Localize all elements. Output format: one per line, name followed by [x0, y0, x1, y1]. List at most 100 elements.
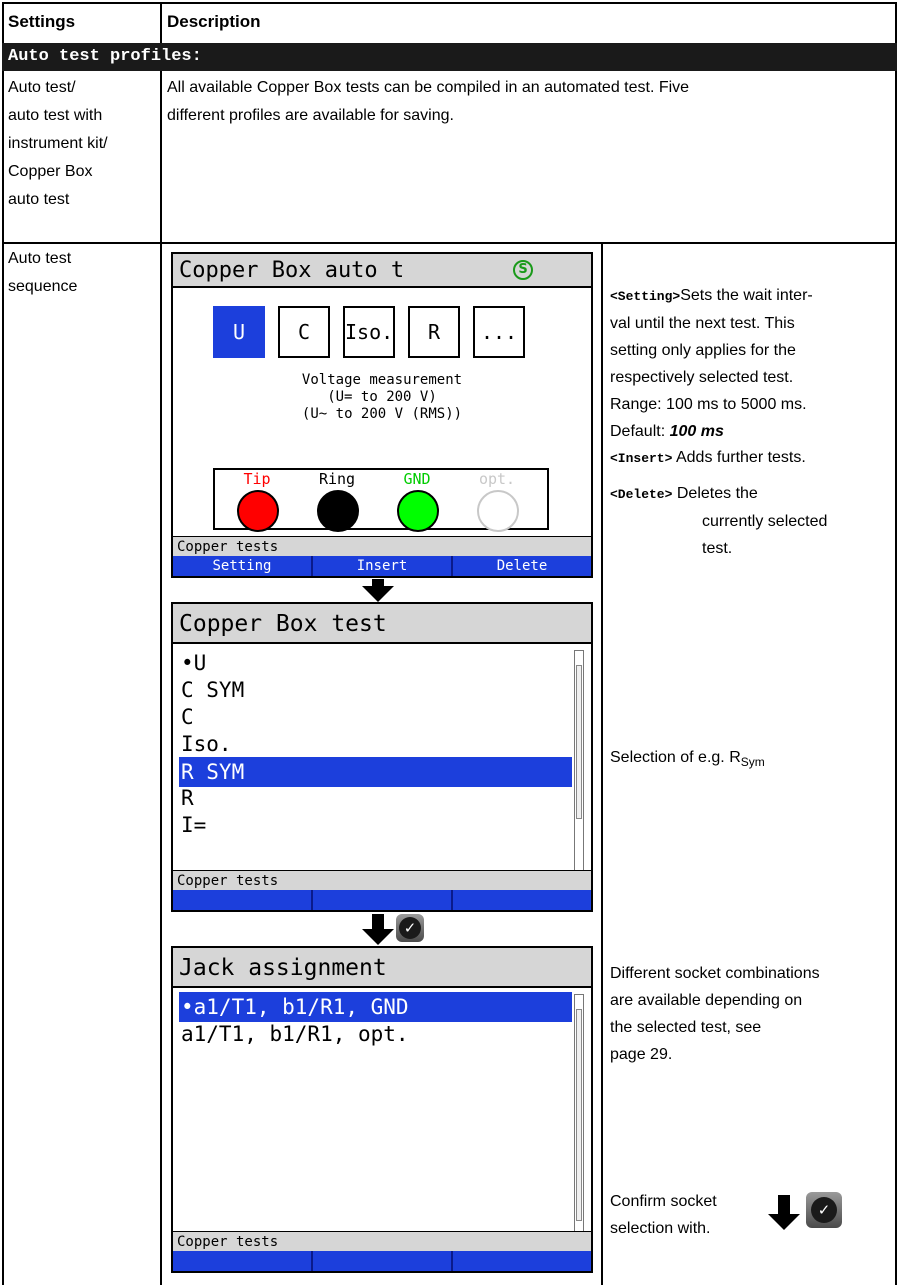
list-item-selected[interactable]: R SYM [179, 757, 572, 787]
header-description: Description [167, 12, 261, 31]
down-arrow-icon [768, 1214, 800, 1230]
setting-key: <Setting> [610, 289, 681, 304]
check-icon: ✓ [806, 1192, 842, 1228]
screen-copper-box-test: Copper Box test •U C SYM C Iso. R SYM R … [171, 602, 593, 912]
setting-line: Range: 100 ms to 5000 ms. [610, 396, 807, 413]
softkey-bar [173, 1251, 591, 1271]
selection-sub: Sym [740, 755, 765, 770]
wire-ring-circle [317, 490, 359, 532]
delete-text: Deletes the [676, 485, 758, 502]
softkey-right[interactable] [453, 890, 591, 910]
row1-setting-line: auto test with [8, 107, 103, 124]
row1-setting-line: instrument kit/ [8, 135, 108, 152]
scrollbar[interactable] [574, 994, 584, 1234]
default-value: 100 ms [669, 423, 724, 440]
softkey-middle[interactable] [313, 890, 453, 910]
softkey-insert[interactable]: Insert [313, 556, 453, 576]
list-item[interactable]: C SYM [179, 675, 244, 705]
delete-key: <Delete> [610, 487, 673, 502]
row1-setting: Auto test/ auto test with instrument kit… [8, 74, 158, 214]
setting-line: setting only applies for the [610, 342, 796, 359]
screen-title-text: Copper Box auto t [179, 258, 405, 283]
table-border-right [895, 2, 897, 1285]
screen-jack-assignment: Jack assignment •a1/T1, b1/R1, GND a1/T1… [171, 946, 593, 1273]
test-description-line: (U= to 200 V) [327, 389, 437, 405]
selection-text: Selection of e.g. R [610, 749, 741, 766]
wire-panel: Tip Ring GND opt. [213, 468, 549, 532]
table-border-left [2, 2, 4, 1285]
test-box-u[interactable]: U [213, 306, 265, 358]
row2-setting-line: sequence [8, 278, 78, 295]
softkey-middle[interactable] [313, 1251, 453, 1271]
socket-line: the selected test, see [610, 1019, 762, 1036]
down-arrow-icon [372, 914, 384, 930]
list-item[interactable]: Iso. [179, 729, 232, 759]
test-box-iso[interactable]: Iso. [343, 306, 395, 358]
softkey-bar: Setting Insert Delete [173, 556, 591, 576]
test-description-line: Voltage measurement [301, 372, 463, 388]
row1-description: All available Copper Box tests can be co… [167, 74, 892, 130]
softkey-right[interactable] [453, 1251, 591, 1271]
wire-opt-circle [477, 490, 519, 532]
wire-gnd-label: GND [403, 470, 431, 488]
softkey-bar [173, 890, 591, 910]
down-arrow-icon [362, 586, 394, 602]
list-item[interactable]: R [179, 783, 194, 813]
status-bar: Copper tests [173, 536, 591, 556]
row2-setting-line: Auto test [8, 250, 72, 267]
wire-tip-label: Tip [243, 470, 271, 488]
col-divider [160, 2, 162, 43]
check-icon: ✓ [396, 914, 424, 942]
list-item[interactable]: C [179, 702, 194, 732]
confirm-description: Confirm socket selection with. [610, 1188, 895, 1242]
list-item-selected[interactable]: •a1/T1, b1/R1, GND [179, 992, 572, 1022]
row1-description-line: different profiles are available for sav… [167, 107, 454, 124]
test-box-c[interactable]: C [278, 306, 330, 358]
down-arrow-icon [362, 929, 394, 945]
row2-setting: Auto test sequence [8, 245, 158, 301]
screen-auto-test: Copper Box auto t S U C Iso. R ... Volta… [171, 252, 593, 578]
scrollbar[interactable] [574, 650, 584, 874]
wire-gnd-circle [397, 490, 439, 532]
softkey-left[interactable] [173, 1251, 313, 1271]
screen-title: Jack assignment [173, 948, 591, 988]
wire-ring-label: Ring [318, 470, 356, 488]
delete-line: currently selected [702, 513, 828, 530]
socket-description: Different socket combinations are availa… [610, 960, 895, 1068]
default-label: Default: [610, 423, 670, 440]
confirm-line: Confirm socket [610, 1193, 717, 1210]
wire-tip-circle [237, 490, 279, 532]
header-settings: Settings [8, 12, 76, 31]
col-divider-inner [601, 242, 603, 1285]
list-item[interactable]: •U [179, 648, 206, 678]
row-divider [2, 242, 897, 244]
confirm-line: selection with. [610, 1220, 711, 1237]
setting-line-1: <Setting>Sets the wait inter- [610, 282, 895, 310]
selection-description: Selection of e.g. RSym [610, 744, 895, 776]
delete-description: <Delete> Deletes the currently selected … [610, 480, 895, 562]
test-description: Voltage measurement (U= to 200 V) (U~ to… [173, 372, 591, 423]
row1-description-line: All available Copper Box tests can be co… [167, 79, 690, 96]
insert-text: Adds further tests. [675, 449, 806, 466]
status-bar: Copper tests [173, 1231, 591, 1251]
scrollbar-thumb[interactable] [576, 665, 582, 819]
test-box-more[interactable]: ... [473, 306, 525, 358]
s-badge-icon: S [513, 260, 533, 280]
softkey-delete[interactable]: Delete [453, 556, 591, 576]
row1-setting-line: Auto test/ [8, 79, 76, 96]
setting-description: <Setting>Sets the wait inter- val until … [610, 282, 895, 445]
scrollbar-thumb[interactable] [576, 1009, 582, 1221]
socket-line: Different socket combinations [610, 965, 820, 982]
setting-line: val until the next test. This [610, 315, 795, 332]
list-item[interactable]: I= [179, 810, 206, 840]
screen-title: Copper Box auto t S [173, 254, 591, 288]
test-box-r[interactable]: R [408, 306, 460, 358]
default-line: Default: 100 ms [610, 418, 895, 445]
section-banner: Auto test profiles: [2, 43, 897, 71]
insert-description: <Insert> Adds further tests. [610, 444, 895, 472]
down-arrow-icon [778, 1195, 790, 1215]
list-item[interactable]: a1/T1, b1/R1, opt. [179, 1019, 409, 1049]
row1-setting-line: auto test [8, 191, 70, 208]
softkey-setting[interactable]: Setting [173, 556, 313, 576]
softkey-left[interactable] [173, 890, 313, 910]
